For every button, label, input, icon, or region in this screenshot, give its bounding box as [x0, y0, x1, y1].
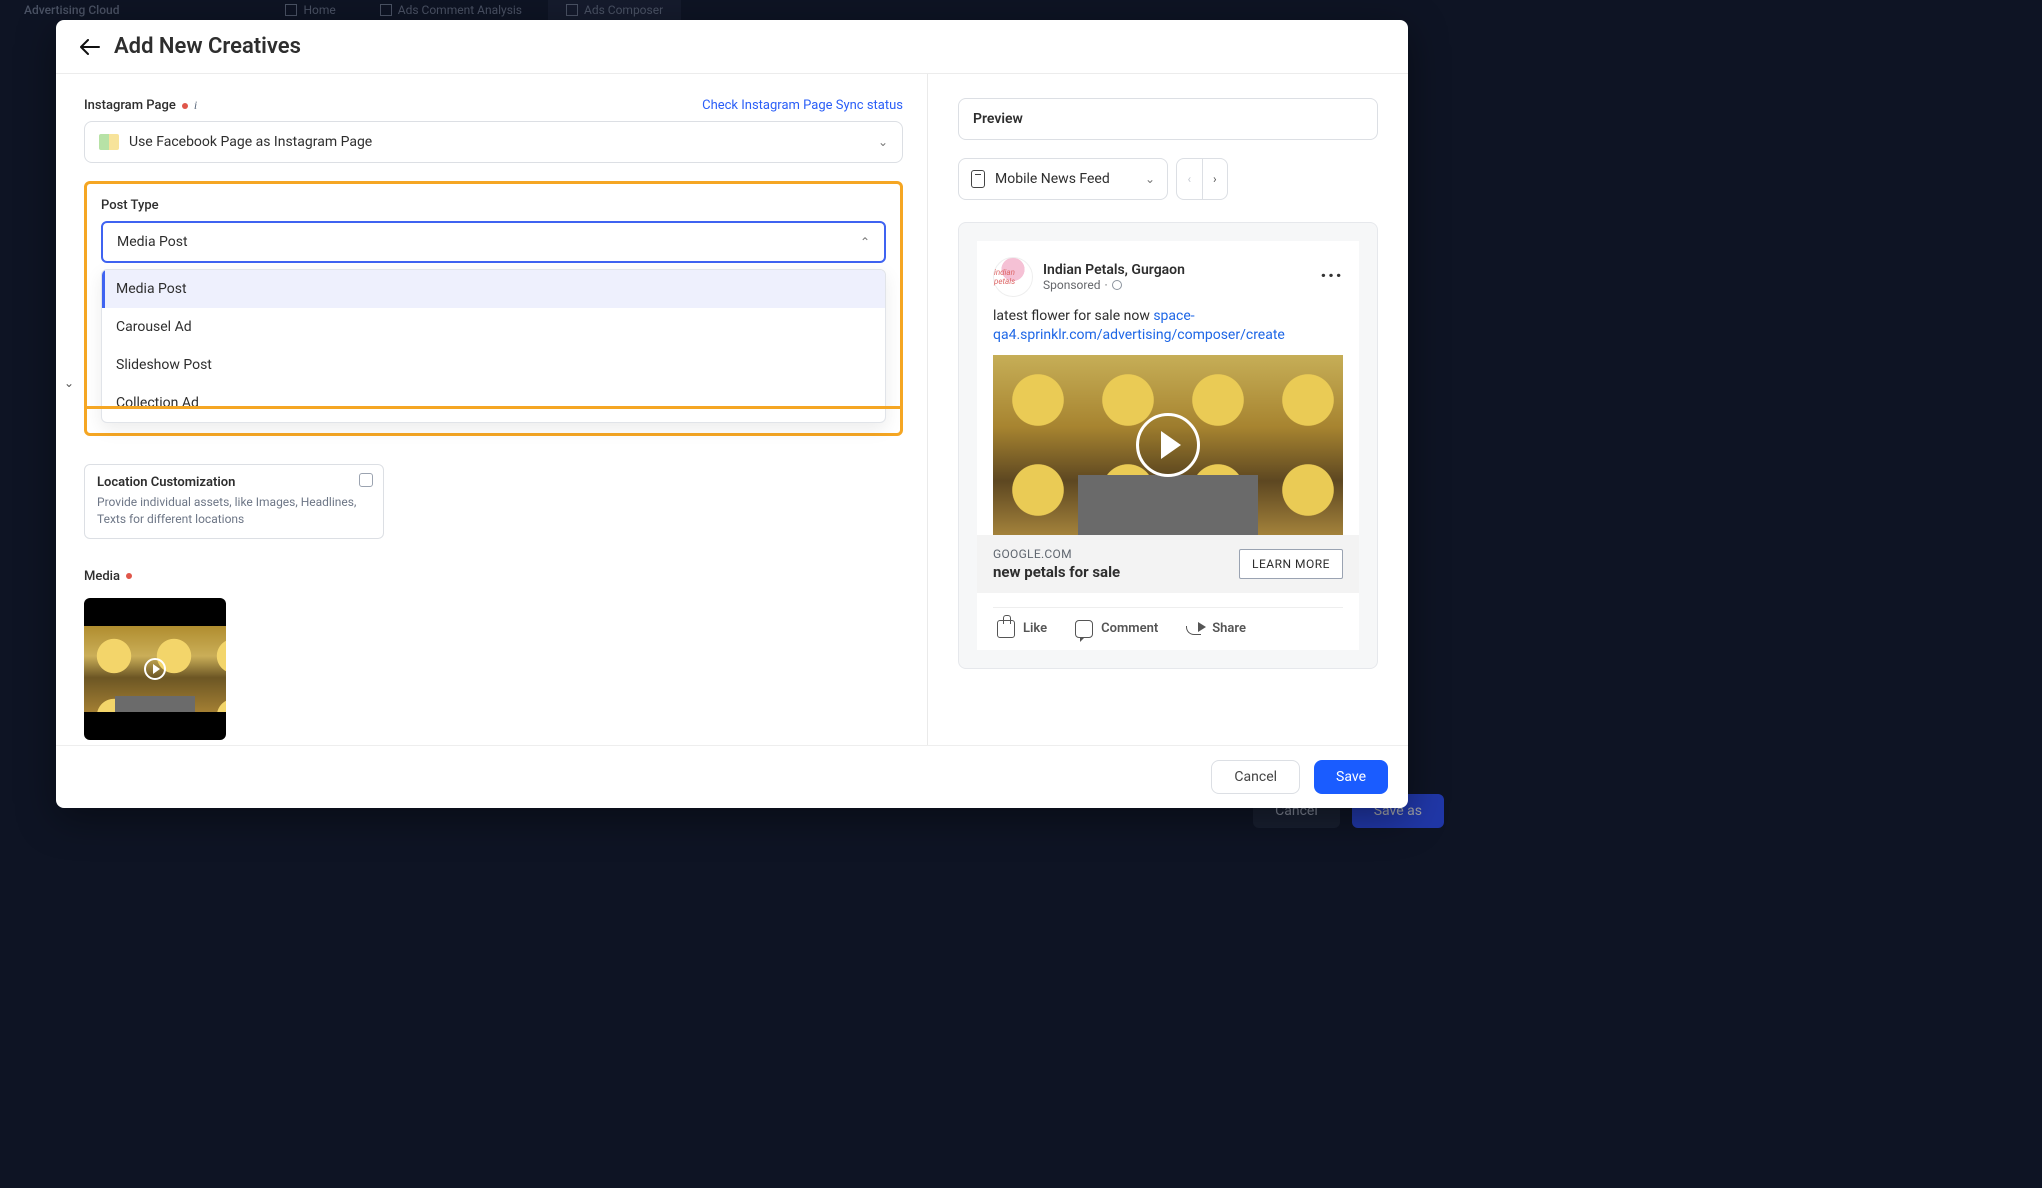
mobile-device-icon [971, 170, 985, 188]
required-dot-icon [182, 103, 188, 109]
globe-icon [1112, 280, 1122, 290]
bg-tab-composer: Ads Composer [548, 0, 681, 20]
sponsored-line: Sponsored · [1043, 278, 1185, 292]
like-icon [997, 620, 1015, 638]
media-label: Media [84, 569, 903, 584]
instagram-page-value: Use Facebook Page as Instagram Page [129, 134, 372, 150]
page-avatar-icon [99, 134, 119, 150]
page-avatar-icon: indian petals [993, 257, 1033, 297]
chevron-down-icon: ⌄ [878, 135, 888, 149]
instagram-page-label: Instagram Page i [84, 98, 197, 113]
add-creatives-modal: Add New Creatives Instagram Page i Check… [56, 20, 1408, 808]
feed-reactions: Like Comment Share [993, 607, 1343, 642]
preview-nav: ‹ › [1176, 158, 1228, 200]
post-type-select[interactable]: Media Post ⌃ [101, 221, 886, 263]
modal-title: Add New Creatives [114, 34, 301, 59]
feed-cta-button[interactable]: LEARN MORE [1239, 549, 1343, 579]
post-type-option-collection[interactable]: Collection Ad [102, 384, 885, 422]
cancel-button[interactable]: Cancel [1211, 760, 1300, 794]
instagram-row-header: Instagram Page i Check Instagram Page Sy… [84, 98, 903, 113]
instagram-page-select[interactable]: Use Facebook Page as Instagram Page ⌄ [84, 121, 903, 163]
modal-header: Add New Creatives [56, 20, 1408, 74]
modal-footer: Cancel Save [56, 745, 1408, 808]
chevron-up-icon: ⌃ [860, 235, 870, 249]
post-type-dropdown: Media Post Carousel Ad Slideshow Post Co… [101, 269, 886, 423]
location-card-title: Location Customization [97, 475, 371, 490]
facebook-feed-card: indian petals Indian Petals, Gurgaon Spo… [977, 241, 1359, 650]
location-customization-card[interactable]: Location Customization Provide individua… [84, 464, 384, 539]
app-background-tabs: Advertising Cloud Home Ads Comment Analy… [0, 0, 1464, 20]
post-type-option-slideshow[interactable]: Slideshow Post [102, 346, 885, 384]
share-button[interactable]: Share [1186, 620, 1246, 638]
save-button[interactable]: Save [1314, 760, 1388, 794]
modal-body: Instagram Page i Check Instagram Page Sy… [56, 74, 1408, 745]
app-brand: Advertising Cloud [24, 3, 119, 17]
preview-card-surface: indian petals Indian Petals, Gurgaon Spo… [958, 222, 1378, 669]
preview-next-button[interactable]: › [1203, 159, 1228, 199]
post-type-label: Post Type [101, 198, 159, 213]
feed-primary-text: latest flower for sale now space-qa4.spr… [993, 307, 1343, 345]
location-card-desc: Provide individual assets, like Images, … [97, 494, 371, 528]
preview-toolbar: Mobile News Feed ⌄ ‹ › [958, 158, 1378, 200]
play-icon [144, 658, 166, 680]
composer-icon [566, 4, 578, 16]
bg-tab-home: Home [267, 0, 353, 20]
page-name: Indian Petals, Gurgaon [1043, 262, 1185, 278]
play-icon [1136, 413, 1200, 477]
like-button[interactable]: Like [997, 620, 1047, 638]
info-icon[interactable]: i [194, 98, 197, 113]
preview-prev-button[interactable]: ‹ [1177, 159, 1203, 199]
media-thumbnail[interactable] [84, 598, 226, 740]
feed-media[interactable] [993, 355, 1343, 535]
sync-status-link[interactable]: Check Instagram Page Sync status [702, 98, 903, 113]
post-type-option-carousel[interactable]: Carousel Ad [102, 308, 885, 346]
back-arrow-icon[interactable] [80, 37, 100, 57]
chevron-down-icon: ⌄ [1145, 172, 1155, 186]
section-collapse-toggle[interactable]: ⌄ [64, 376, 74, 390]
feed-footer: GOOGLE.COM new petals for sale LEARN MOR… [977, 535, 1359, 593]
preview-pane: Preview Mobile News Feed ⌄ ‹ › indian pe… [928, 74, 1408, 745]
preview-feed-value: Mobile News Feed [995, 171, 1110, 187]
preview-feed-select[interactable]: Mobile News Feed ⌄ [958, 158, 1168, 200]
home-icon [285, 4, 297, 16]
feed-headline: new petals for sale [993, 563, 1120, 581]
location-checkbox[interactable] [359, 473, 373, 487]
post-type-highlight: Post Type Media Post ⌃ Media Post Carous… [84, 181, 903, 436]
bg-tab-analysis: Ads Comment Analysis [362, 0, 540, 20]
analysis-icon [380, 4, 392, 16]
form-pane: Instagram Page i Check Instagram Page Sy… [56, 74, 928, 745]
comment-button[interactable]: Comment [1075, 620, 1158, 638]
required-dot-icon [126, 573, 132, 579]
post-type-value: Media Post [117, 234, 188, 250]
share-icon [1186, 620, 1204, 638]
feed-card-header: indian petals Indian Petals, Gurgaon Spo… [993, 257, 1343, 297]
feed-domain: GOOGLE.COM [993, 547, 1120, 561]
post-type-option-media[interactable]: Media Post [102, 270, 885, 308]
preview-header: Preview [958, 98, 1378, 140]
comment-icon [1075, 620, 1093, 638]
